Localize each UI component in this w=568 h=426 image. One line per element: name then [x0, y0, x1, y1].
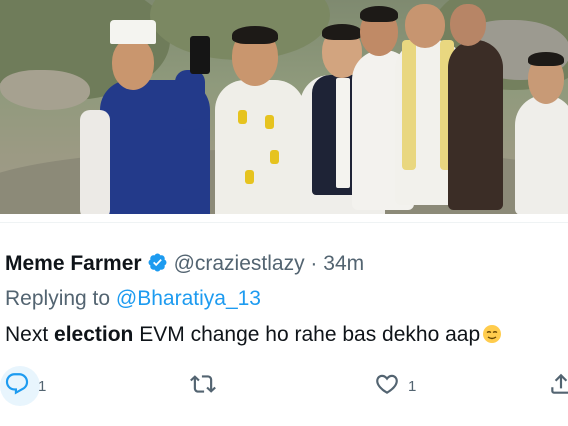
- reply-count: 1: [38, 377, 47, 395]
- face-emoji-icon: [482, 324, 502, 344]
- tweet-media-video[interactable]: [0, 0, 568, 214]
- share-button[interactable]: [548, 368, 568, 404]
- share-icon: [548, 371, 568, 402]
- tweet-header: Meme Farmer @craziestlazy · 34m: [5, 252, 364, 276]
- replying-to-line: Replying to @Bharatiya_13: [5, 287, 261, 311]
- meta-separator: ·: [310, 252, 318, 275]
- tweet-action-bar: 1 1: [0, 366, 568, 408]
- verified-badge-icon: [147, 252, 168, 273]
- background-rock: [0, 70, 90, 110]
- author-handle[interactable]: @craziestlazy: [174, 252, 305, 275]
- tweet-text-bold: election: [54, 323, 134, 346]
- reply-button[interactable]: 1: [0, 366, 47, 406]
- like-count: 1: [408, 377, 417, 395]
- like-button[interactable]: 1: [374, 368, 416, 404]
- tweet-text-start: Next: [5, 323, 49, 346]
- media-divider: [0, 222, 568, 223]
- retweet-icon: [190, 371, 216, 402]
- replying-to-link[interactable]: @Bharatiya_13: [116, 287, 261, 310]
- tweet-text-end: EVM change ho rahe bas dekho aap: [139, 323, 481, 346]
- replying-to-label: Replying to: [5, 287, 111, 310]
- tweet-text: Next election EVM change ho rahe bas dek…: [5, 323, 502, 347]
- retweet-button[interactable]: [190, 368, 224, 404]
- heart-icon: [374, 371, 400, 402]
- tweet-timestamp[interactable]: 34m: [323, 252, 364, 275]
- author-display-name[interactable]: Meme Farmer: [5, 252, 142, 275]
